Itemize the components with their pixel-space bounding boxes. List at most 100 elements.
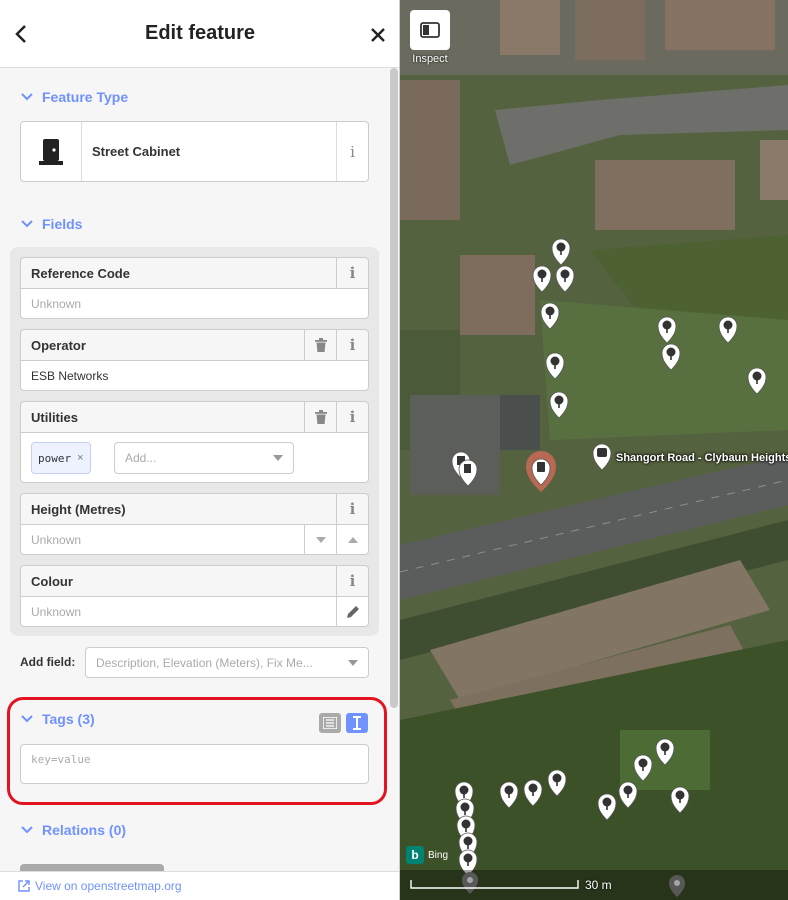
- chip-remove-button[interactable]: ×: [77, 452, 83, 464]
- tree-pin-icon[interactable]: [655, 738, 675, 766]
- tree-pin-icon[interactable]: [532, 265, 552, 293]
- field-delete-button[interactable]: [304, 401, 336, 433]
- imagery-attribution[interactable]: b Bing: [406, 846, 448, 864]
- height-input[interactable]: Unknown: [20, 524, 369, 555]
- tree-pin-icon[interactable]: [633, 754, 653, 782]
- field-delete-button[interactable]: [304, 329, 336, 361]
- back-button[interactable]: [10, 20, 32, 48]
- field-info-button[interactable]: i: [336, 565, 368, 597]
- caret-down-icon: [348, 660, 358, 666]
- tree-pin-icon[interactable]: [618, 781, 638, 809]
- info-icon: i: [349, 408, 356, 426]
- field-info-button[interactable]: i: [336, 401, 368, 433]
- tree-pin-icon[interactable]: [540, 302, 560, 330]
- field-info-button[interactable]: i: [336, 493, 368, 525]
- door-icon: [21, 122, 82, 181]
- tree-pin-icon[interactable]: [747, 367, 767, 395]
- text-cursor-icon: [353, 716, 361, 730]
- add-field-placeholder: Description, Elevation (Meters), Fix Me.…: [96, 655, 313, 670]
- chevron-down-icon: [21, 220, 33, 228]
- door-pin-icon[interactable]: [458, 459, 478, 487]
- field-label: Height (Metres): [31, 501, 126, 517]
- field-info-button[interactable]: i: [336, 257, 368, 289]
- close-icon: [371, 28, 385, 42]
- sidebar-scrollbar[interactable]: [390, 68, 398, 708]
- add-field-combo[interactable]: Description, Elevation (Meters), Fix Me.…: [85, 647, 369, 678]
- decrement-button[interactable]: [304, 525, 336, 554]
- chevron-down-icon: [21, 715, 33, 723]
- feature-type-label: Feature Type: [42, 89, 129, 105]
- fields-toggle[interactable]: Fields: [20, 214, 82, 234]
- tree-pin-icon[interactable]: [597, 793, 617, 821]
- info-icon: i: [349, 500, 356, 518]
- chip-label: power: [38, 451, 72, 465]
- selected-feature-pin-icon[interactable]: [526, 451, 556, 492]
- close-button[interactable]: [366, 20, 390, 48]
- chevron-down-icon: [21, 826, 33, 834]
- fields-label: Fields: [42, 216, 83, 232]
- map-view[interactable]: Inspect Shangort Road - Clybaun Heights …: [400, 0, 788, 900]
- external-link-icon: [18, 880, 30, 892]
- tree-pin-icon[interactable]: [549, 391, 569, 419]
- map-pins-layer: [400, 238, 788, 900]
- field-info-button[interactable]: i: [336, 329, 368, 361]
- tree-pin-icon[interactable]: [661, 343, 681, 371]
- tags-textarea[interactable]: key=value: [20, 744, 369, 784]
- reference-code-input[interactable]: Unknown: [20, 288, 369, 319]
- tree-pin-icon[interactable]: [547, 769, 567, 797]
- colour-placeholder: Unknown: [31, 604, 82, 619]
- operator-input[interactable]: ESB Networks: [20, 360, 369, 391]
- reference-code-field: Reference Code i Unknown: [20, 257, 369, 319]
- osm-link[interactable]: View on openstreetmap.org: [35, 879, 182, 893]
- tree-pin-icon[interactable]: [499, 781, 519, 809]
- field-label: Utilities: [31, 409, 78, 425]
- tree-pin-icon[interactable]: [523, 779, 543, 807]
- feature-type-toggle[interactable]: Feature Type: [20, 87, 128, 107]
- list-icon: [323, 717, 337, 729]
- height-field: Height (Metres) i Unknown: [20, 493, 369, 555]
- preset-selector[interactable]: Street Cabinet i: [20, 121, 369, 182]
- imagery-label: Bing: [428, 849, 449, 861]
- info-icon: i: [349, 336, 356, 354]
- tree-pin-icon[interactable]: [670, 786, 690, 814]
- caret-down-icon: [273, 455, 283, 461]
- info-icon: i: [349, 264, 356, 282]
- inspector-header: Edit feature: [0, 0, 399, 68]
- chevron-down-icon: [21, 93, 33, 101]
- tags-toggle[interactable]: Tags (3): [20, 709, 95, 729]
- bing-logo-icon: b: [406, 846, 424, 864]
- text-view-button[interactable]: [346, 713, 368, 733]
- utility-chip: power ×: [31, 442, 91, 474]
- tree-pin-icon[interactable]: [555, 265, 575, 293]
- preset-name: Street Cabinet: [92, 144, 181, 159]
- tree-pin-icon[interactable]: [657, 316, 677, 344]
- pencil-icon: [346, 605, 359, 618]
- page-title: Edit feature: [144, 22, 256, 44]
- increment-button[interactable]: [336, 525, 368, 554]
- road-label: Shangort Road - Clybaun Heights: [616, 452, 788, 464]
- tree-pin-icon[interactable]: [718, 316, 738, 344]
- utilities-combo: power × Add...: [20, 432, 369, 483]
- info-icon: i: [350, 142, 355, 161]
- bus-stop-pin-icon[interactable]: [592, 443, 612, 471]
- preset-info-button[interactable]: i: [336, 122, 368, 181]
- tree-pin-icon[interactable]: [551, 238, 571, 266]
- field-label: Reference Code: [31, 265, 130, 281]
- chevron-left-icon: [15, 25, 26, 43]
- colour-picker-button[interactable]: [336, 597, 368, 626]
- footer: View on openstreetmap.org: [0, 871, 399, 900]
- trash-icon: [314, 338, 327, 352]
- utilities-add-input[interactable]: Add...: [114, 442, 294, 474]
- utilities-field: Utilities i power × Add...: [20, 401, 369, 483]
- relations-label: Relations (0): [42, 822, 127, 838]
- colour-input[interactable]: Unknown: [20, 596, 369, 627]
- info-icon: i: [349, 572, 356, 590]
- field-label: Operator: [31, 337, 86, 353]
- list-view-button[interactable]: [319, 713, 341, 733]
- trash-icon: [314, 410, 327, 424]
- field-label: Colour: [31, 573, 73, 589]
- colour-field: Colour i Unknown: [20, 565, 369, 627]
- tree-pin-icon[interactable]: [545, 352, 565, 380]
- caret-down-icon: [315, 536, 326, 543]
- relations-toggle[interactable]: Relations (0): [20, 820, 126, 840]
